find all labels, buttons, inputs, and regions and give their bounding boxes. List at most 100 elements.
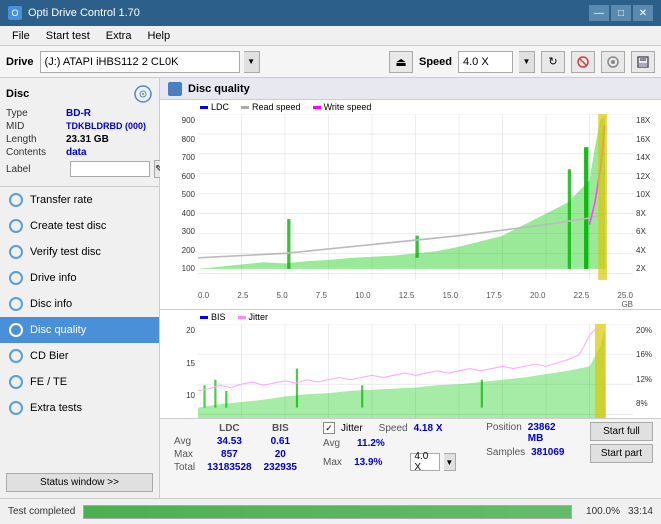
speed-label-stats: Speed: [379, 423, 408, 434]
disc-type-row: Type BD-R: [6, 108, 153, 119]
position-row: Position 23862 MB: [486, 422, 570, 444]
disc-contents-label: Contents: [6, 147, 66, 158]
max-bis: 20: [258, 448, 303, 461]
total-label: Total: [168, 461, 201, 474]
jitter-speed-section: Jitter Speed 4.18 X Avg 11.2% Max 13.9% …: [323, 422, 456, 471]
sidebar-item-create-test-disc[interactable]: Create test disc: [0, 213, 159, 239]
max-jitter: 13.9%: [354, 457, 382, 468]
stats-speed-dropdown[interactable]: 4.0 X: [410, 453, 439, 471]
stats-table: LDC BIS Avg 34.53 0.61 Max 857 20 Total …: [168, 422, 303, 474]
status-window-button[interactable]: Status window >>: [6, 473, 153, 492]
titlebar-left: O Opti Drive Control 1.70: [8, 6, 140, 20]
read-speed-legend-dot: [241, 106, 249, 109]
progress-time: 33:14: [628, 506, 653, 517]
bis-legend-dot: [200, 316, 208, 319]
sidebar-item-cd-bier[interactable]: CD Bier: [0, 343, 159, 369]
top-chart-x-axis: 0.0 2.5 5.0 7.5 10.0 12.5 15.0 17.5 20.0…: [160, 291, 661, 300]
disc-icon: [133, 84, 153, 104]
menu-start-test[interactable]: Start test: [38, 28, 98, 44]
app-icon: O: [8, 6, 22, 20]
write-speed-legend-label: Write speed: [324, 102, 372, 112]
sidebar-item-label: Create test disc: [30, 220, 106, 232]
avg-jitter-row: Avg 11.2%: [323, 438, 456, 449]
drive-dropdown-value[interactable]: (J:) ATAPI iHBS112 2 CL0K: [40, 51, 240, 73]
start-part-button[interactable]: Start part: [590, 444, 653, 463]
sidebar-item-label: CD Bier: [30, 350, 69, 362]
top-chart-svg: [198, 114, 633, 291]
maximize-button[interactable]: □: [611, 5, 631, 21]
max-label2: Max: [323, 457, 350, 468]
top-chart-x-unit: GB: [160, 300, 661, 309]
drive-toolbar: Drive (J:) ATAPI iHBS112 2 CL0K ▼ ⏏ Spee…: [0, 46, 661, 78]
disc-quality-header: Disc quality: [160, 78, 661, 100]
total-bis: 232935: [258, 461, 303, 474]
disc-length-row: Length 23.31 GB: [6, 134, 153, 145]
drive-dropdown-arrow[interactable]: ▼: [244, 51, 260, 73]
max-label: Max: [168, 448, 201, 461]
bis-legend: BIS: [200, 312, 226, 322]
charts-area: LDC Read speed Write speed 900 800: [160, 100, 661, 418]
bottom-chart-y-axis-left: 20 15 10 5: [160, 324, 198, 418]
disc-label-input[interactable]: [70, 161, 150, 177]
disc-erase-button[interactable]: [571, 51, 595, 73]
refresh-button[interactable]: ↻: [541, 51, 565, 73]
sidebar-item-drive-info[interactable]: Drive info: [0, 265, 159, 291]
sidebar-item-extra-tests[interactable]: Extra tests: [0, 395, 159, 421]
bottom-chart-legend: BIS Jitter: [160, 310, 661, 324]
disc-label-label: Label: [6, 164, 66, 175]
progress-percent: 100.0%: [580, 506, 620, 517]
disc-length-label: Length: [6, 134, 66, 145]
disc-contents-value: data: [66, 147, 87, 158]
menu-file[interactable]: File: [4, 28, 38, 44]
fe-te-icon: [8, 374, 24, 390]
sidebar-item-label: Drive info: [30, 272, 76, 284]
bottom-chart-svg: [198, 324, 633, 418]
avg-bis: 0.61: [258, 435, 303, 448]
ldc-legend-dot: [200, 106, 208, 109]
eject-button[interactable]: ⏏: [389, 51, 413, 73]
disc-burn-button[interactable]: [601, 51, 625, 73]
jitter-checkbox[interactable]: [323, 422, 335, 434]
sidebar-item-disc-quality[interactable]: Disc quality: [0, 317, 159, 343]
sidebar-item-label: Transfer rate: [30, 194, 93, 206]
titlebar: O Opti Drive Control 1.70 — □ ✕: [0, 0, 661, 26]
disc-contents-row: Contents data: [6, 147, 153, 158]
sidebar-item-verify-test-disc[interactable]: Verify test disc: [0, 239, 159, 265]
close-button[interactable]: ✕: [633, 5, 653, 21]
sidebar-item-label: Disc quality: [30, 324, 86, 336]
avg-jitter: 11.2%: [357, 438, 385, 449]
read-speed-legend-label: Read speed: [252, 102, 301, 112]
menu-help[interactable]: Help: [139, 28, 178, 44]
sidebar-item-label: Extra tests: [30, 402, 82, 414]
drive-info-icon: [8, 270, 24, 286]
speed-label: Speed: [419, 56, 452, 68]
speed-dropdown-arrow[interactable]: ▼: [519, 51, 535, 73]
progress-fill: [84, 506, 571, 518]
disc-label-row: Label ✎: [6, 160, 153, 178]
save-button[interactable]: [631, 51, 655, 73]
menu-extra[interactable]: Extra: [98, 28, 140, 44]
speed-dropdown-value[interactable]: 4.0 X: [458, 51, 513, 73]
drive-select: (J:) ATAPI iHBS112 2 CL0K ▼: [40, 51, 383, 73]
minimize-button[interactable]: —: [589, 5, 609, 21]
start-full-button[interactable]: Start full: [590, 422, 653, 441]
position-label: Position: [486, 422, 522, 444]
sidebar-item-fe-te[interactable]: FE / TE: [0, 369, 159, 395]
sidebar-item-label: FE / TE: [30, 376, 67, 388]
disc-mid-label: MID: [6, 121, 66, 132]
position-section: Position 23862 MB Samples 381069: [486, 422, 570, 458]
disc-header: Disc: [6, 84, 153, 104]
top-chart-legend: LDC Read speed Write speed: [160, 100, 661, 114]
stats-speed-dropdown-arrow[interactable]: ▼: [444, 453, 457, 471]
verify-test-disc-icon: [8, 244, 24, 260]
disc-type-label: Type: [6, 108, 66, 119]
main-area: Disc Type BD-R MID TDKBLDRBD (000) Lengt…: [0, 78, 661, 498]
write-speed-legend-dot: [313, 106, 321, 109]
sidebar-item-transfer-rate[interactable]: Transfer rate: [0, 187, 159, 213]
jitter-legend-dot: [238, 316, 246, 319]
titlebar-controls: — □ ✕: [589, 5, 653, 21]
speed-value-stats: 4.18 X: [414, 423, 443, 434]
sidebar-item-disc-info[interactable]: Disc info: [0, 291, 159, 317]
samples-row: Samples 381069: [486, 447, 570, 458]
disc-section-title: Disc: [6, 88, 29, 100]
